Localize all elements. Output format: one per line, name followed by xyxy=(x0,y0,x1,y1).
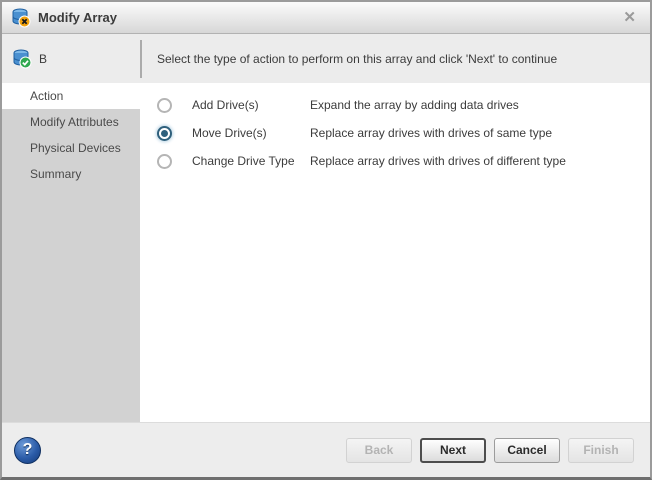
instruction-text: Select the type of action to perform on … xyxy=(142,34,557,83)
sidebar-item-physical-devices[interactable]: Physical Devices xyxy=(2,135,140,161)
title-bar: Modify Array ✕ xyxy=(2,2,650,34)
sidebar-item-summary[interactable]: Summary xyxy=(2,161,140,187)
option-row-change-drive-type: Change Drive Type Replace array drives w… xyxy=(140,147,650,175)
radio-add-drives[interactable] xyxy=(157,98,172,113)
option-label[interactable]: Move Drive(s) xyxy=(192,126,310,140)
modify-array-dialog: Modify Array ✕ B Select the type of acti… xyxy=(0,0,652,480)
cancel-button[interactable]: Cancel xyxy=(494,438,560,463)
array-ok-icon xyxy=(12,49,32,69)
option-description: Expand the array by adding data drives xyxy=(310,98,519,112)
footer-buttons: Back Next Cancel Finish xyxy=(346,438,634,463)
close-icon[interactable]: ✕ xyxy=(619,8,640,27)
option-description: Replace array drives with drives of diff… xyxy=(310,154,566,168)
dialog-footer: ? Back Next Cancel Finish xyxy=(2,422,650,477)
finish-button[interactable]: Finish xyxy=(568,438,634,463)
help-icon[interactable]: ? xyxy=(14,437,41,464)
array-name-label: B xyxy=(39,52,47,66)
radio-move-drives[interactable] xyxy=(157,126,172,141)
dialog-title: Modify Array xyxy=(38,10,619,25)
back-button[interactable]: Back xyxy=(346,438,412,463)
option-description: Replace array drives with drives of same… xyxy=(310,126,552,140)
sidebar-item-modify-attributes[interactable]: Modify Attributes xyxy=(2,109,140,135)
next-button[interactable]: Next xyxy=(420,438,486,463)
radio-change-drive-type[interactable] xyxy=(157,154,172,169)
option-label[interactable]: Add Drive(s) xyxy=(192,98,310,112)
option-row-add-drives: Add Drive(s) Expand the array by adding … xyxy=(140,91,650,119)
wizard-steps-sidebar: Action Modify Attributes Physical Device… xyxy=(2,83,140,422)
modify-array-icon xyxy=(11,8,31,28)
option-label[interactable]: Change Drive Type xyxy=(192,154,310,168)
action-options-panel: Add Drive(s) Expand the array by adding … xyxy=(140,83,650,422)
sidebar-item-action[interactable]: Action xyxy=(2,83,140,109)
wizard-header: B Select the type of action to perform o… xyxy=(2,34,650,83)
option-row-move-drives: Move Drive(s) Replace array drives with … xyxy=(140,119,650,147)
array-badge: B xyxy=(2,34,140,83)
wizard-body: Action Modify Attributes Physical Device… xyxy=(2,83,650,422)
